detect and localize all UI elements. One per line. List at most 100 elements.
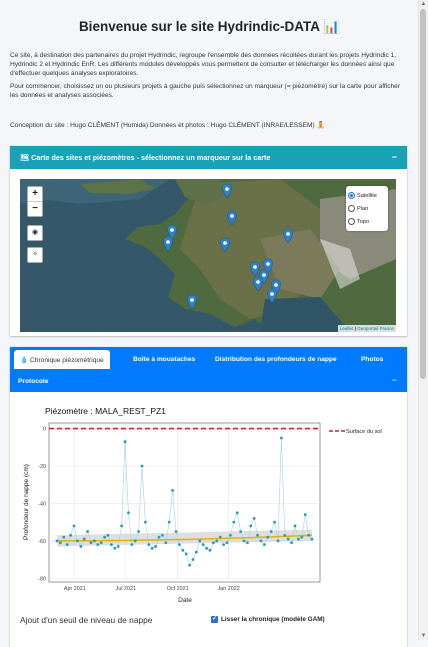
data-point [276, 539, 280, 543]
chronique-plot: Piézomètre : MALA_REST_PZ1 0 -20 -40 -60 -80… [19, 400, 390, 610]
data-point [280, 436, 283, 440]
layer-switcher: Satellite Plan Topo [346, 186, 388, 231]
y-axis-label: Profondeur de nappe (cm) [23, 464, 30, 540]
data-point [157, 535, 161, 539]
y-tick-label: -40 [38, 501, 46, 507]
data-point [113, 546, 117, 550]
geoportail-link[interactable]: Geoportail France [357, 326, 394, 331]
data-point [218, 535, 222, 539]
data-point [181, 548, 185, 552]
scroll-down-icon[interactable]: ▼ [419, 632, 428, 640]
data-point [286, 537, 290, 541]
data-point [133, 539, 137, 543]
data-point [246, 541, 249, 545]
zoom-out-button[interactable]: − [28, 201, 42, 216]
data-point [256, 533, 259, 537]
data-point [96, 543, 100, 546]
y-tick-label: -60 [38, 539, 46, 545]
data-point [55, 539, 59, 543]
data-point [283, 533, 287, 537]
map-attribution: Leaflet | Geoportail France [337, 325, 396, 332]
tab-photos[interactable]: Photos [361, 356, 383, 363]
data-point [300, 535, 304, 539]
chart-title: Piézomètre : MALA_REST_PZ1 [45, 406, 166, 416]
intro-paragraph-1: Ce site, à destination des partenaires d… [10, 52, 397, 77]
data-point [76, 539, 79, 543]
collapse-map-button[interactable]: − [392, 152, 397, 162]
data-point [273, 520, 276, 524]
data-point [232, 520, 236, 524]
intro-paragraph-2: Pour commencer, choisissez un ou plusieu… [10, 83, 401, 100]
data-point [167, 520, 171, 524]
collapse-analysis-button[interactable]: − [392, 375, 397, 385]
x-tick-label: Oct 2021 [167, 586, 189, 592]
data-point [310, 537, 314, 541]
credits: Conception du site : Hugo CLÉMENT (Humid… [10, 122, 325, 129]
data-point [191, 558, 195, 561]
data-point [222, 543, 226, 546]
data-point [178, 543, 181, 546]
layer-option-plan[interactable]: Plan [348, 202, 386, 215]
tab-boite-moustaches[interactable]: Boîte à moustaches [133, 356, 195, 363]
layer-option-satellite[interactable]: Satellite [348, 189, 386, 202]
data-point [307, 533, 310, 537]
scrollbar-thumb[interactable] [420, 9, 426, 379]
tab-distribution[interactable]: Distribution des profondeurs de nappe [215, 356, 337, 363]
data-point [147, 543, 151, 546]
map-card: 🗺 Carte des sites et piézomètres - sélec… [10, 146, 407, 336]
scroll-up-icon[interactable]: ▲ [419, 0, 428, 8]
data-point [144, 520, 147, 524]
data-point [89, 541, 93, 545]
data-point [201, 543, 205, 546]
radio-topo[interactable] [348, 218, 355, 225]
map-card-header[interactable]: 🗺 Carte des sites et piézomètres - sélec… [10, 146, 407, 169]
data-point [259, 539, 263, 543]
reset-view-icon[interactable]: ✧ [27, 247, 43, 263]
threshold-label: Ajout d'un seuil de niveau de nappe [20, 615, 153, 625]
tab-protocole[interactable]: Protocole [18, 378, 48, 385]
smooth-checkbox-row[interactable]: ✓ Lisser la chronique (modèle GAM) [211, 616, 325, 623]
x-tick-label: Jul 2021 [116, 586, 136, 592]
map-card-title: 🗺 Carte des sites et piézomètres - sélec… [20, 153, 271, 162]
satellite-basemap [20, 179, 396, 332]
leaflet-link[interactable]: Leaflet [340, 326, 354, 331]
data-point [215, 539, 219, 543]
data-point [184, 552, 188, 556]
radio-plan[interactable] [348, 205, 355, 212]
data-point [174, 530, 178, 533]
x-tick-label: Apr 2021 [64, 586, 86, 592]
data-point [266, 535, 270, 539]
analysis-card: 💧 Chronique piézométrique Boîte à mousta… [10, 347, 407, 647]
data-point [72, 524, 76, 528]
data-point [225, 541, 229, 545]
data-point [263, 543, 266, 546]
data-point [106, 533, 110, 537]
chronique-chart: Piézomètre : MALA_REST_PZ1 0 -20 -40 -60 -80… [23, 406, 382, 604]
data-point [79, 545, 83, 548]
smooth-label: Lisser la chronique (modèle GAM) [221, 616, 325, 623]
smooth-checkbox[interactable]: ✓ [211, 616, 218, 623]
tab-chronique[interactable]: 💧 Chronique piézométrique [14, 350, 110, 369]
data-point [59, 541, 62, 545]
data-point [161, 533, 164, 537]
data-point [127, 511, 130, 515]
layer-option-topo[interactable]: Topo [348, 215, 386, 228]
locate-icon[interactable]: ◉ [27, 225, 43, 241]
data-point [65, 543, 69, 546]
scrollbar[interactable]: ▲ ▼ [418, 0, 428, 640]
data-point [195, 550, 198, 554]
legend-surface-label: Surface du sol [346, 429, 382, 435]
zoom-in-button[interactable]: + [28, 187, 42, 201]
data-point [249, 524, 253, 528]
data-point [198, 539, 202, 543]
data-point [103, 535, 106, 539]
map[interactable]: + − ◉ ✧ Satellite Plan Topo Leaflet | Ge… [20, 179, 396, 332]
radio-satellite[interactable] [348, 192, 355, 199]
data-point [86, 530, 89, 533]
data-point [116, 545, 120, 548]
data-point [208, 548, 212, 552]
x-axis-label: Date [178, 597, 192, 604]
tab-bar: 💧 Chronique piézométrique Boîte à mousta… [10, 347, 407, 392]
data-point [242, 539, 246, 543]
x-tick-label: Jan 2022 [218, 586, 240, 592]
